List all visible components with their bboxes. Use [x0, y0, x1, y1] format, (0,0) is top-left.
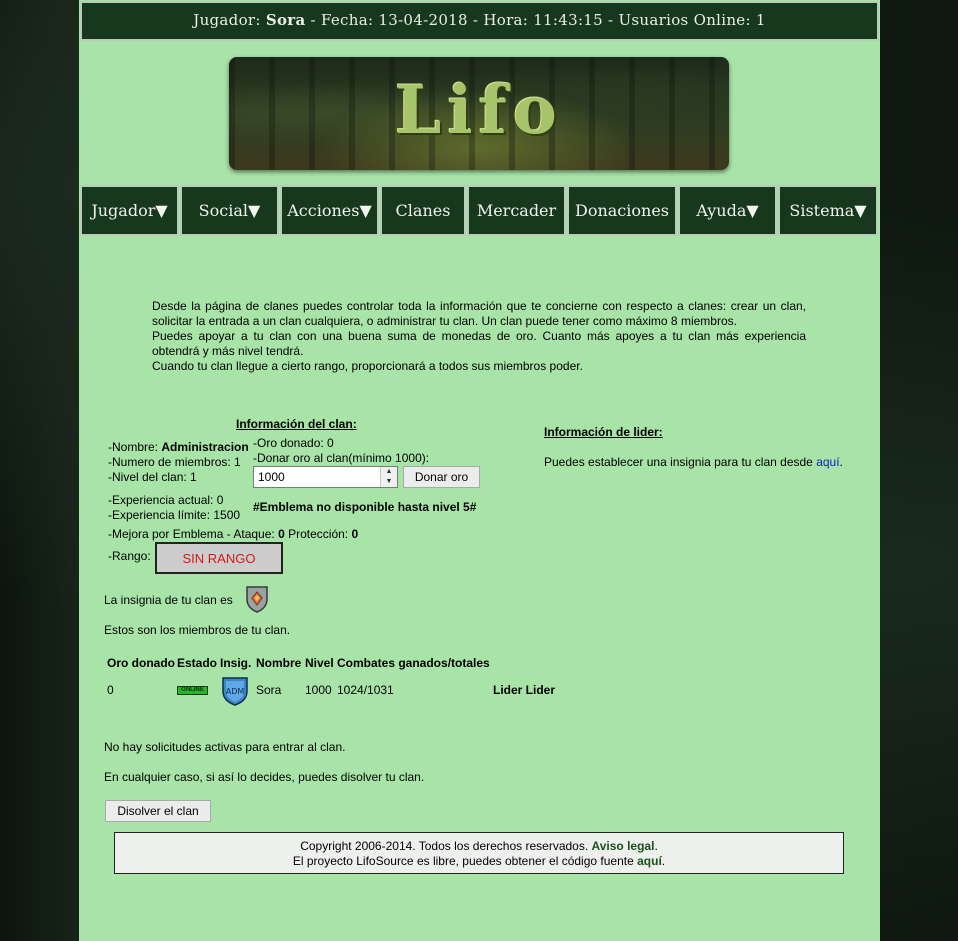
dissolve-clan-button[interactable]: Disolver el clan: [105, 800, 211, 822]
donate-label: -Donar oro al clan(mínimo 1000):: [253, 451, 430, 465]
intro-text: Desde la página de clanes puedes control…: [152, 299, 806, 374]
members-intro: Estos son los miembros de tu clan.: [104, 623, 291, 637]
footer-dot: .: [654, 839, 658, 853]
col-header-gold: Oro donado: [107, 656, 175, 670]
exp-limit: -Experiencia límite: 1500: [108, 508, 241, 522]
clan-name-value: Administracion: [161, 440, 249, 454]
member-name[interactable]: Sora: [256, 683, 281, 697]
dissolve-text: En cualquier caso, si así lo decides, pu…: [104, 770, 425, 784]
col-header-level: Nivel: [305, 656, 334, 670]
exp-current: -Experiencia actual: 0: [108, 493, 224, 507]
col-header-status: Estado: [177, 656, 218, 670]
member-level: 1000: [305, 683, 332, 697]
online-status-badge: ONLINE: [177, 686, 208, 695]
nav-ayuda[interactable]: Ayuda▼: [678, 185, 777, 236]
footer: Copyright 2006-2014. Todos los derechos …: [114, 832, 844, 874]
leader-text: Puedes establecer una insignia para tu c…: [544, 455, 817, 469]
nav-acciones[interactable]: Acciones▼: [280, 185, 379, 236]
nav-jugador[interactable]: Jugador▼: [80, 185, 179, 236]
nav-donaciones[interactable]: Donaciones: [567, 185, 677, 236]
status-info: - Fecha: 13-04-2018 - Hora: 11:43:15 - U…: [305, 11, 766, 29]
intro-paragraph: Desde la página de clanes puedes control…: [152, 299, 806, 328]
legal-notice-link[interactable]: Aviso legal: [592, 839, 655, 853]
clan-info-heading: Información del clan:: [236, 417, 357, 431]
clan-level: -Nivel del clan: 1: [108, 470, 197, 484]
number-spinner[interactable]: ▲ ▼: [380, 467, 397, 487]
spin-up-icon[interactable]: ▲: [381, 467, 397, 477]
upgrade-protection: 0: [351, 527, 359, 541]
col-header-combats: Combates ganados/totales: [337, 656, 490, 670]
emblem-upgrade: -Mejora por Emblema - Ataque: 0 Protecci…: [108, 527, 358, 541]
footer-line-1: Copyright 2006-2014. Todos los derechos …: [115, 839, 843, 854]
footer-line-2: El proyecto LifoSource es libre, puedes …: [115, 854, 843, 869]
spin-down-icon[interactable]: ▼: [381, 477, 397, 487]
status-bar: Jugador: Sora - Fecha: 13-04-2018 - Hora…: [80, 1, 879, 41]
rank-badge: SIN RANGO: [155, 542, 283, 574]
rank-label: -Rango:: [108, 549, 151, 563]
gold-donated: -Oro donado: 0: [253, 436, 334, 450]
page-container: Jugador: Sora - Fecha: 13-04-2018 - Hora…: [79, 0, 880, 941]
clan-members-count: -Numero de miembros: 1: [108, 455, 241, 469]
donate-gold-input[interactable]: [253, 466, 398, 488]
player-label: Jugador:: [193, 11, 261, 29]
main-nav: Jugador▼ Social▼ Acciones▼ Clanes Mercad…: [80, 185, 879, 236]
emblem-note: #Emblema no disponible hasta nivel 5#: [253, 500, 477, 514]
upgrade-attack: 0: [278, 527, 285, 541]
donate-gold-button[interactable]: Donar oro: [403, 466, 480, 488]
footer-dot: .: [661, 854, 666, 868]
member-gold: 0: [107, 683, 114, 697]
player-name: Sora: [265, 11, 306, 29]
intro-paragraph: Cuando tu clan llegue a cierto rango, pr…: [152, 359, 583, 373]
upgrade-label: -Mejora por Emblema - Ataque:: [108, 527, 279, 541]
clan-name-label: -Nombre:: [108, 440, 162, 454]
set-insignia-link[interactable]: aquí: [816, 455, 839, 469]
nav-sistema[interactable]: Sistema▼: [778, 185, 878, 236]
source-text: El proyecto LifoSource es libre, puedes …: [292, 854, 638, 868]
clan-name: -Nombre: Administracion: [108, 440, 249, 454]
col-header-name: Nombre: [256, 656, 302, 670]
insignia-glyph: ADM: [226, 687, 245, 696]
banner-image: Lifo: [229, 57, 729, 170]
nav-clanes[interactable]: Clanes: [380, 185, 466, 236]
clan-insignia-icon: [246, 586, 268, 613]
site-logo: Lifo: [395, 71, 563, 149]
nav-social[interactable]: Social▼: [180, 185, 279, 236]
member-combats: 1024/1031: [337, 683, 394, 697]
no-requests-text: No hay solicitudes activas para entrar a…: [104, 740, 346, 754]
leader-insignia-text: Puedes establecer una insignia para tu c…: [544, 455, 843, 469]
upgrade-prot-label: Protección:: [284, 527, 352, 541]
member-role: Lider Lider: [493, 683, 556, 697]
adm-shield-icon: ADM: [222, 677, 248, 706]
copyright-text: Copyright 2006-2014. Todos los derechos …: [300, 839, 592, 853]
source-code-link[interactable]: aquí: [637, 854, 662, 868]
col-header-insignia: Insig.: [220, 656, 252, 670]
insignia-text: La insignia de tu clan es: [104, 593, 233, 607]
leader-dot: .: [839, 455, 843, 469]
leader-info-heading: Información de lider:: [544, 425, 663, 439]
nav-mercader[interactable]: Mercader: [467, 185, 566, 236]
intro-paragraph: Puedes apoyar a tu clan con una buena su…: [152, 329, 806, 358]
